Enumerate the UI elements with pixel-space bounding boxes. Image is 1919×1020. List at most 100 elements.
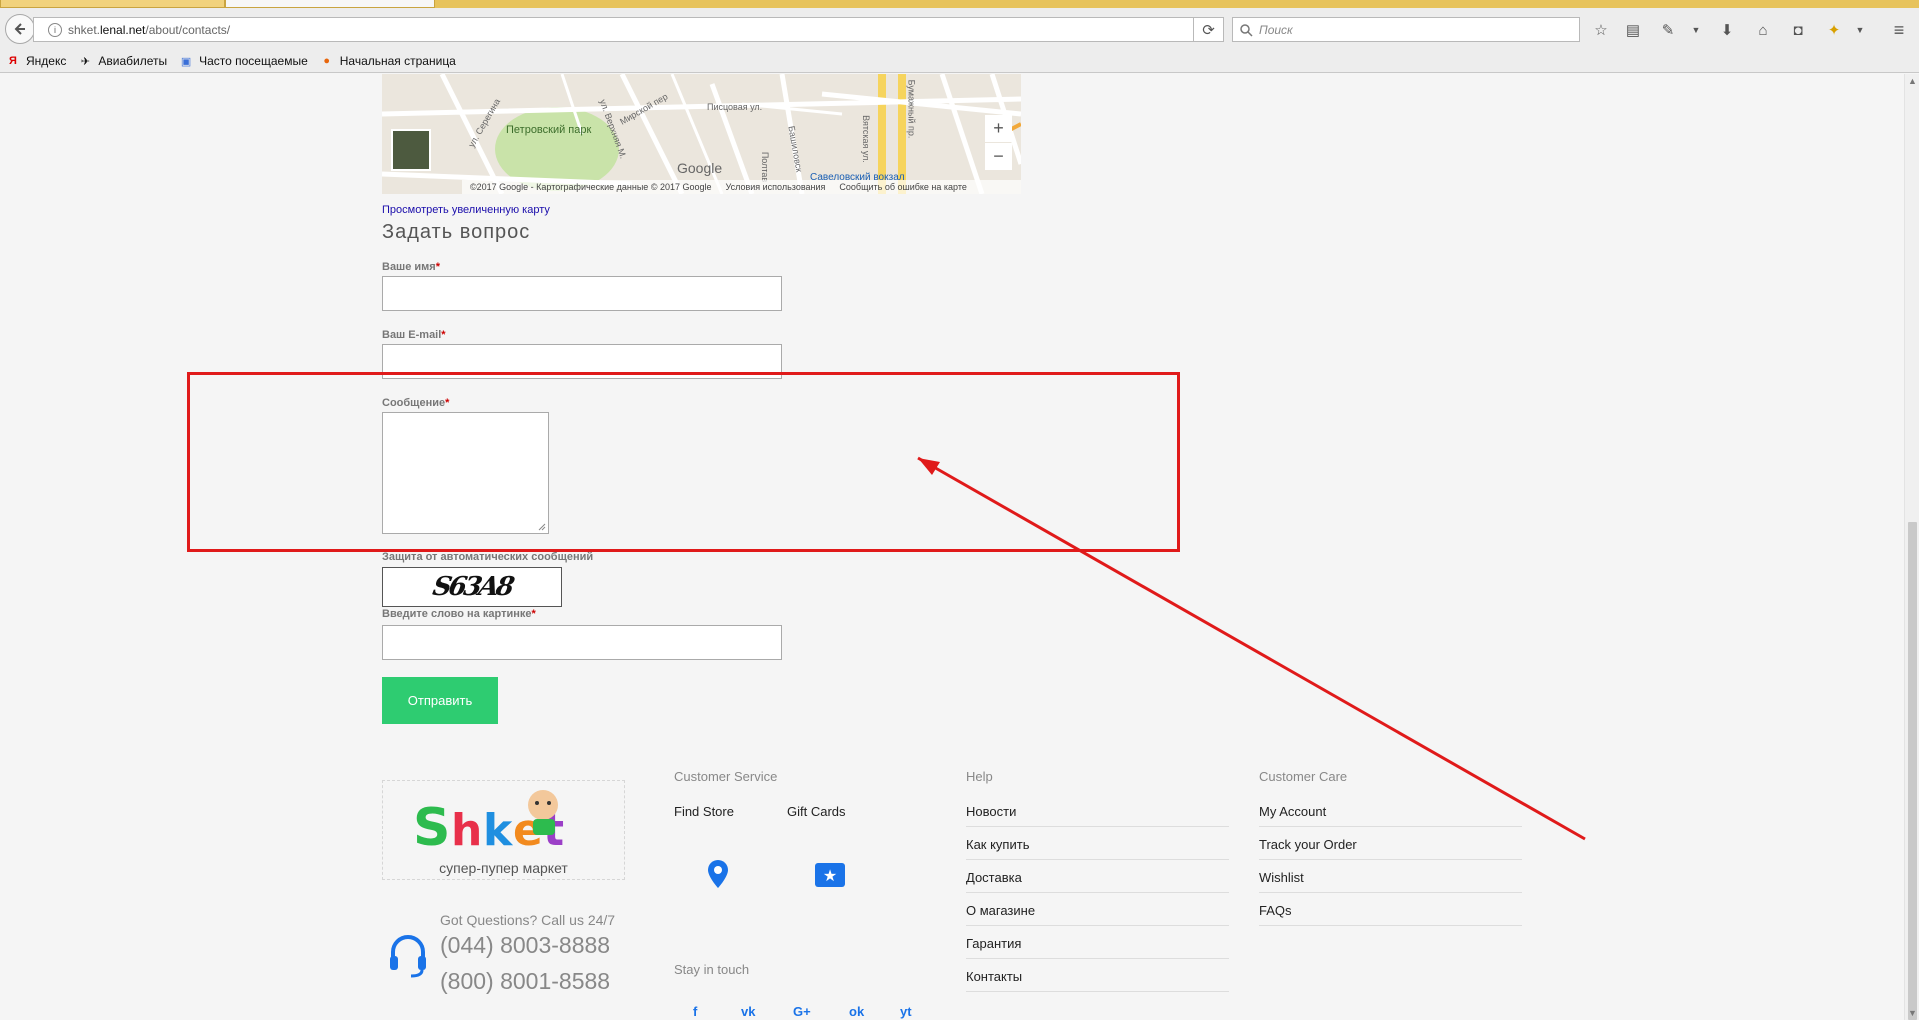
divider <box>1259 892 1522 893</box>
odnoklassniki-icon[interactable]: ok <box>849 1004 864 1019</box>
phone-number[interactable]: (044) 8003-8888 <box>440 932 610 959</box>
bookmark-star-icon[interactable]: ☆ <box>1590 19 1612 41</box>
gift-card-icon[interactable]: ★ <box>815 863 845 887</box>
captcha-text: S63A8 <box>430 572 514 602</box>
divider <box>966 892 1229 893</box>
reading-list-icon[interactable]: ▤ <box>1622 19 1644 41</box>
help-link[interactable]: Как купить <box>966 837 1029 852</box>
bookmark-label: Яндекс <box>26 54 67 68</box>
name-label: Ваше имя* <box>382 261 440 273</box>
message-label: Сообщение* <box>382 397 449 409</box>
search-input[interactable]: Поиск <box>1232 17 1580 42</box>
map-credits: ©2017 Google - Картографические данные ©… <box>462 180 1021 194</box>
name-field[interactable] <box>382 276 782 311</box>
find-store-link[interactable]: Find Store <box>674 804 734 819</box>
call-us-text: Got Questions? Call us 24/7 <box>440 912 616 928</box>
gift-cards-link[interactable]: Gift Cards <box>787 804 846 819</box>
google-logo: Google <box>677 160 723 176</box>
menu-icon[interactable]: ≡ <box>1888 19 1910 41</box>
help-link[interactable]: О магазине <box>966 903 1035 918</box>
zoom-in-button[interactable]: + <box>985 115 1012 142</box>
map-report-link[interactable]: Сообщить об ошибке на карте <box>839 182 966 192</box>
chevron-down-icon[interactable]: ▼ <box>1849 19 1871 41</box>
scroll-up-icon[interactable]: ▲ <box>1908 76 1917 86</box>
bookmarks-bar: Я Яндекс ✈ Авиабилеты ▣ Часто посещаемые ● Н… <box>0 50 1919 72</box>
chevron-down-icon[interactable]: ▼ <box>1685 19 1707 41</box>
browser-tab[interactable] <box>0 0 225 8</box>
help-link[interactable]: Контакты <box>966 969 1022 984</box>
captcha-input[interactable] <box>382 625 782 660</box>
name-label-text: Ваше имя <box>382 261 436 273</box>
divider <box>966 826 1229 827</box>
submit-button[interactable]: Отправить <box>382 677 498 724</box>
svg-text:★: ★ <box>823 866 837 885</box>
bookmark-start-page[interactable]: ● Начальная страница <box>320 54 456 68</box>
screenshot-icon[interactable]: ✎ <box>1657 19 1679 41</box>
care-link[interactable]: Track your Order <box>1259 837 1357 852</box>
annotation-arrow-icon <box>917 456 1586 841</box>
plane-icon: ✈ <box>80 55 90 68</box>
url-prefix: shket. <box>68 22 101 37</box>
back-button[interactable] <box>5 14 35 44</box>
map-pin-icon[interactable] <box>707 859 729 889</box>
email-field[interactable] <box>382 344 782 379</box>
google-map[interactable]: Петровский парк ул. Серегина ул. Верхняя… <box>382 74 1021 194</box>
map-label: Писцовая ул. <box>707 102 763 112</box>
captcha-label: Защита от автоматических сообщений <box>382 551 594 563</box>
reload-button[interactable]: ⟳ <box>1194 17 1224 42</box>
scroll-down-icon[interactable]: ▼ <box>1908 1008 1917 1018</box>
firefox-icon: ● <box>323 55 331 67</box>
bookmark-label: Авиабилеты <box>98 54 168 68</box>
message-textarea[interactable] <box>382 412 549 534</box>
map-terms-link[interactable]: Условия использования <box>726 182 826 192</box>
bookmark-label: Часто посещаемые <box>199 54 308 68</box>
vk-icon[interactable]: vk <box>741 1004 755 1019</box>
form-title: Задать вопрос <box>382 221 531 243</box>
browser-tab-active[interactable] <box>225 0 435 8</box>
resize-handle-icon[interactable] <box>538 523 546 531</box>
extension-icon[interactable]: ✦ <box>1823 19 1845 41</box>
bookmark-most-visited[interactable]: ▣ Часто посещаемые <box>179 54 308 68</box>
svg-text:h: h <box>451 805 482 856</box>
help-link[interactable]: Новости <box>966 804 1016 819</box>
page-content: Петровский парк ул. Серегина ул. Верхняя… <box>0 74 1904 1020</box>
customer-service-heading: Customer Service <box>674 769 778 784</box>
scrollbar-thumb[interactable] <box>1908 522 1917 1020</box>
url-bar[interactable]: i shket. lenal.net/about/contacts/ <box>33 17 1194 42</box>
email-label: Ваш E-mail* <box>382 329 446 341</box>
help-link[interactable]: Доставка <box>966 870 1022 885</box>
facebook-icon[interactable]: f <box>693 1004 697 1019</box>
bookmark-yandex[interactable]: Я Яндекс <box>6 54 66 68</box>
captcha-image: S63A8 <box>382 567 562 607</box>
scrollbar[interactable]: ▲ ▼ <box>1904 74 1919 1020</box>
info-icon[interactable]: i <box>48 22 62 37</box>
google-plus-icon[interactable]: G+ <box>793 1004 811 1019</box>
home-icon[interactable]: ⌂ <box>1752 19 1774 41</box>
divider <box>966 859 1229 860</box>
customer-care-heading: Customer Care <box>1259 769 1348 784</box>
divider <box>966 991 1229 992</box>
divider <box>966 925 1229 926</box>
larger-map-link[interactable]: Просмотреть увеличенную карту <box>382 204 550 216</box>
zoom-out-button[interactable]: − <box>985 143 1012 170</box>
divider <box>1259 859 1522 860</box>
url-host: lenal.net <box>100 22 146 37</box>
care-link[interactable]: My Account <box>1259 804 1326 819</box>
download-icon[interactable]: ⬇ <box>1716 19 1738 41</box>
email-label-text: Ваш E-mail <box>382 329 442 341</box>
help-link[interactable]: Гарантия <box>966 936 1021 951</box>
bookmark-flights[interactable]: ✈ Авиабилеты <box>78 54 167 68</box>
pocket-icon[interactable]: ◘ <box>1787 19 1809 41</box>
phone-number[interactable]: (800) 8001-8588 <box>440 968 610 995</box>
annotation-highlight-box <box>187 372 1180 552</box>
care-link[interactable]: FAQs <box>1259 903 1292 918</box>
yandex-icon: Я <box>9 55 17 67</box>
map-label: Петровский парк <box>506 124 592 136</box>
help-heading: Help <box>966 769 993 784</box>
youtube-icon[interactable]: yt <box>900 1004 912 1019</box>
care-link[interactable]: Wishlist <box>1259 870 1304 885</box>
search-placeholder: Поиск <box>1259 22 1293 37</box>
shket-logo-icon: S h k e t <box>413 790 564 858</box>
bookmark-label: Начальная страница <box>339 54 456 68</box>
required-mark: * <box>531 608 536 620</box>
